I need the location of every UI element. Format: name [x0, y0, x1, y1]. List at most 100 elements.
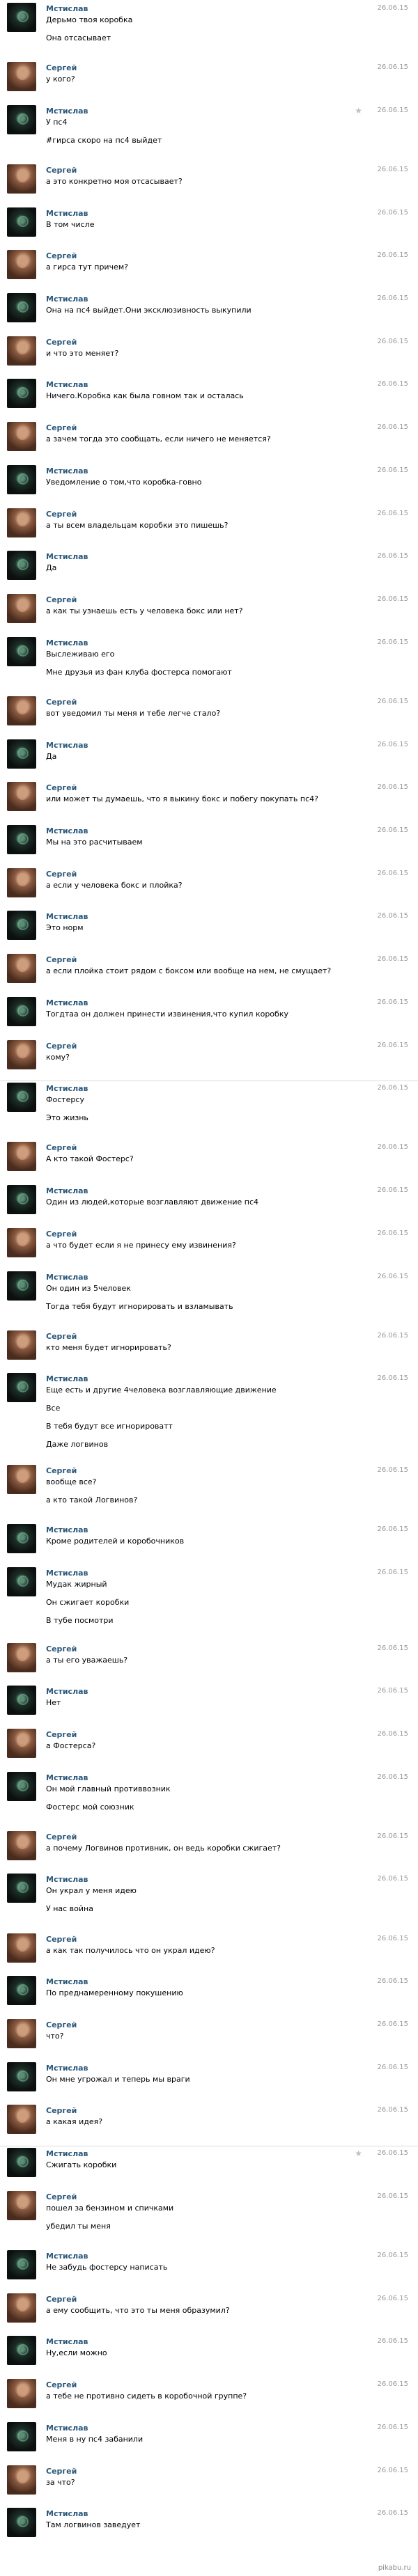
- author-name[interactable]: Мстислав: [46, 1525, 88, 1534]
- avatar[interactable]: [7, 696, 36, 725]
- avatar[interactable]: [7, 1976, 36, 2006]
- avatar[interactable]: [7, 1567, 36, 1597]
- avatar[interactable]: [7, 1524, 36, 1554]
- author-name[interactable]: Сергей: [46, 783, 77, 792]
- avatar[interactable]: [7, 1874, 36, 1903]
- author-name[interactable]: Сергей: [46, 2106, 77, 2115]
- avatar[interactable]: [7, 636, 36, 666]
- avatar[interactable]: [7, 2249, 36, 2279]
- avatar[interactable]: [7, 911, 36, 941]
- author-name[interactable]: Сергей: [46, 1042, 77, 1051]
- author-name[interactable]: Сергей: [46, 251, 77, 260]
- author-name[interactable]: Сергей: [46, 166, 77, 175]
- avatar[interactable]: [7, 1330, 36, 1360]
- avatar[interactable]: [7, 1830, 36, 1860]
- author-name[interactable]: Сергей: [46, 2380, 77, 2389]
- author-name[interactable]: Мстислав: [46, 1084, 88, 1093]
- author-name[interactable]: Сергей: [46, 2295, 77, 2304]
- avatar[interactable]: [7, 1142, 36, 1172]
- author-name[interactable]: Мстислав: [46, 1186, 88, 1195]
- avatar[interactable]: [7, 1686, 36, 1715]
- avatar[interactable]: [7, 551, 36, 581]
- avatar[interactable]: [7, 336, 36, 366]
- author-name[interactable]: Мстислав: [46, 826, 88, 835]
- author-name[interactable]: Мстислав: [46, 552, 88, 561]
- avatar[interactable]: [7, 1227, 36, 1257]
- avatar[interactable]: [7, 250, 36, 280]
- author-name[interactable]: Мстислав: [46, 294, 88, 304]
- avatar[interactable]: [7, 164, 36, 194]
- avatar[interactable]: [7, 739, 36, 769]
- author-name[interactable]: Сергей: [46, 63, 77, 72]
- avatar[interactable]: [7, 2336, 36, 2366]
- author-name[interactable]: Мстислав: [46, 1273, 88, 1282]
- author-name[interactable]: Сергей: [46, 2467, 77, 2476]
- author-name[interactable]: Сергей: [46, 1332, 77, 1341]
- avatar[interactable]: [7, 954, 36, 984]
- avatar[interactable]: [7, 2465, 36, 2495]
- author-name[interactable]: Сергей: [46, 1230, 77, 1239]
- avatar[interactable]: [7, 207, 36, 237]
- avatar[interactable]: [7, 2148, 36, 2178]
- author-name[interactable]: Мстислав: [46, 209, 88, 218]
- avatar[interactable]: [7, 3, 36, 32]
- author-name[interactable]: Мстислав: [46, 466, 88, 476]
- author-name[interactable]: Сергей: [46, 1832, 77, 1841]
- author-name[interactable]: Сергей: [46, 1935, 77, 1944]
- author-name[interactable]: Сергей: [46, 423, 77, 432]
- avatar[interactable]: [7, 2379, 36, 2409]
- author-name[interactable]: Мстислав: [46, 2509, 88, 2518]
- author-name[interactable]: Мстислав: [46, 638, 88, 647]
- author-name[interactable]: Мстислав: [46, 2064, 88, 2073]
- avatar[interactable]: [7, 2061, 36, 2091]
- author-name[interactable]: Сергей: [46, 1730, 77, 1739]
- avatar[interactable]: [7, 1271, 36, 1301]
- avatar[interactable]: [7, 996, 36, 1026]
- avatar[interactable]: [7, 422, 36, 452]
- author-name[interactable]: Мстислав: [46, 107, 88, 116]
- author-name[interactable]: Мстислав: [46, 1977, 88, 1986]
- avatar[interactable]: [7, 1933, 36, 1963]
- author-name[interactable]: Сергей: [46, 698, 77, 707]
- author-name[interactable]: Мстислав: [46, 1374, 88, 1383]
- author-name[interactable]: Сергей: [46, 955, 77, 964]
- avatar[interactable]: [7, 1083, 36, 1113]
- author-name[interactable]: Сергей: [46, 338, 77, 347]
- author-name[interactable]: Мстислав: [46, 1773, 88, 1782]
- author-name[interactable]: Сергей: [46, 1644, 77, 1654]
- avatar[interactable]: [7, 825, 36, 855]
- avatar[interactable]: [7, 1039, 36, 1069]
- avatar[interactable]: [7, 2105, 36, 2135]
- avatar[interactable]: [7, 293, 36, 323]
- author-name[interactable]: Мстислав: [46, 998, 88, 1007]
- avatar[interactable]: [7, 2293, 36, 2323]
- author-name[interactable]: Сергей: [46, 2020, 77, 2029]
- avatar[interactable]: [7, 1642, 36, 1672]
- avatar[interactable]: [7, 104, 36, 134]
- avatar[interactable]: [7, 867, 36, 897]
- avatar[interactable]: [7, 782, 36, 812]
- avatar[interactable]: [7, 2190, 36, 2220]
- avatar[interactable]: [7, 594, 36, 624]
- star-icon[interactable]: ★: [355, 2149, 362, 2158]
- avatar[interactable]: [7, 1185, 36, 1215]
- avatar[interactable]: [7, 1465, 36, 1495]
- author-name[interactable]: Мстислав: [46, 4, 88, 13]
- avatar[interactable]: [7, 1373, 36, 1403]
- avatar[interactable]: [7, 1728, 36, 1758]
- avatar[interactable]: [7, 379, 36, 409]
- avatar[interactable]: [7, 464, 36, 494]
- avatar[interactable]: [7, 2421, 36, 2451]
- author-name[interactable]: Сергей: [46, 1143, 77, 1152]
- author-name[interactable]: Мстислав: [46, 380, 88, 389]
- author-name[interactable]: Сергей: [46, 2192, 77, 2201]
- author-name[interactable]: Мстислав: [46, 2337, 88, 2346]
- author-name[interactable]: Мстислав: [46, 2424, 88, 2433]
- avatar[interactable]: [7, 2019, 36, 2049]
- avatar[interactable]: [7, 508, 36, 537]
- author-name[interactable]: Мстислав: [46, 741, 88, 750]
- author-name[interactable]: Мстислав: [46, 1569, 88, 1578]
- author-name[interactable]: Сергей: [46, 870, 77, 879]
- author-name[interactable]: Мстислав: [46, 1875, 88, 1884]
- author-name[interactable]: Мстислав: [46, 2252, 88, 2261]
